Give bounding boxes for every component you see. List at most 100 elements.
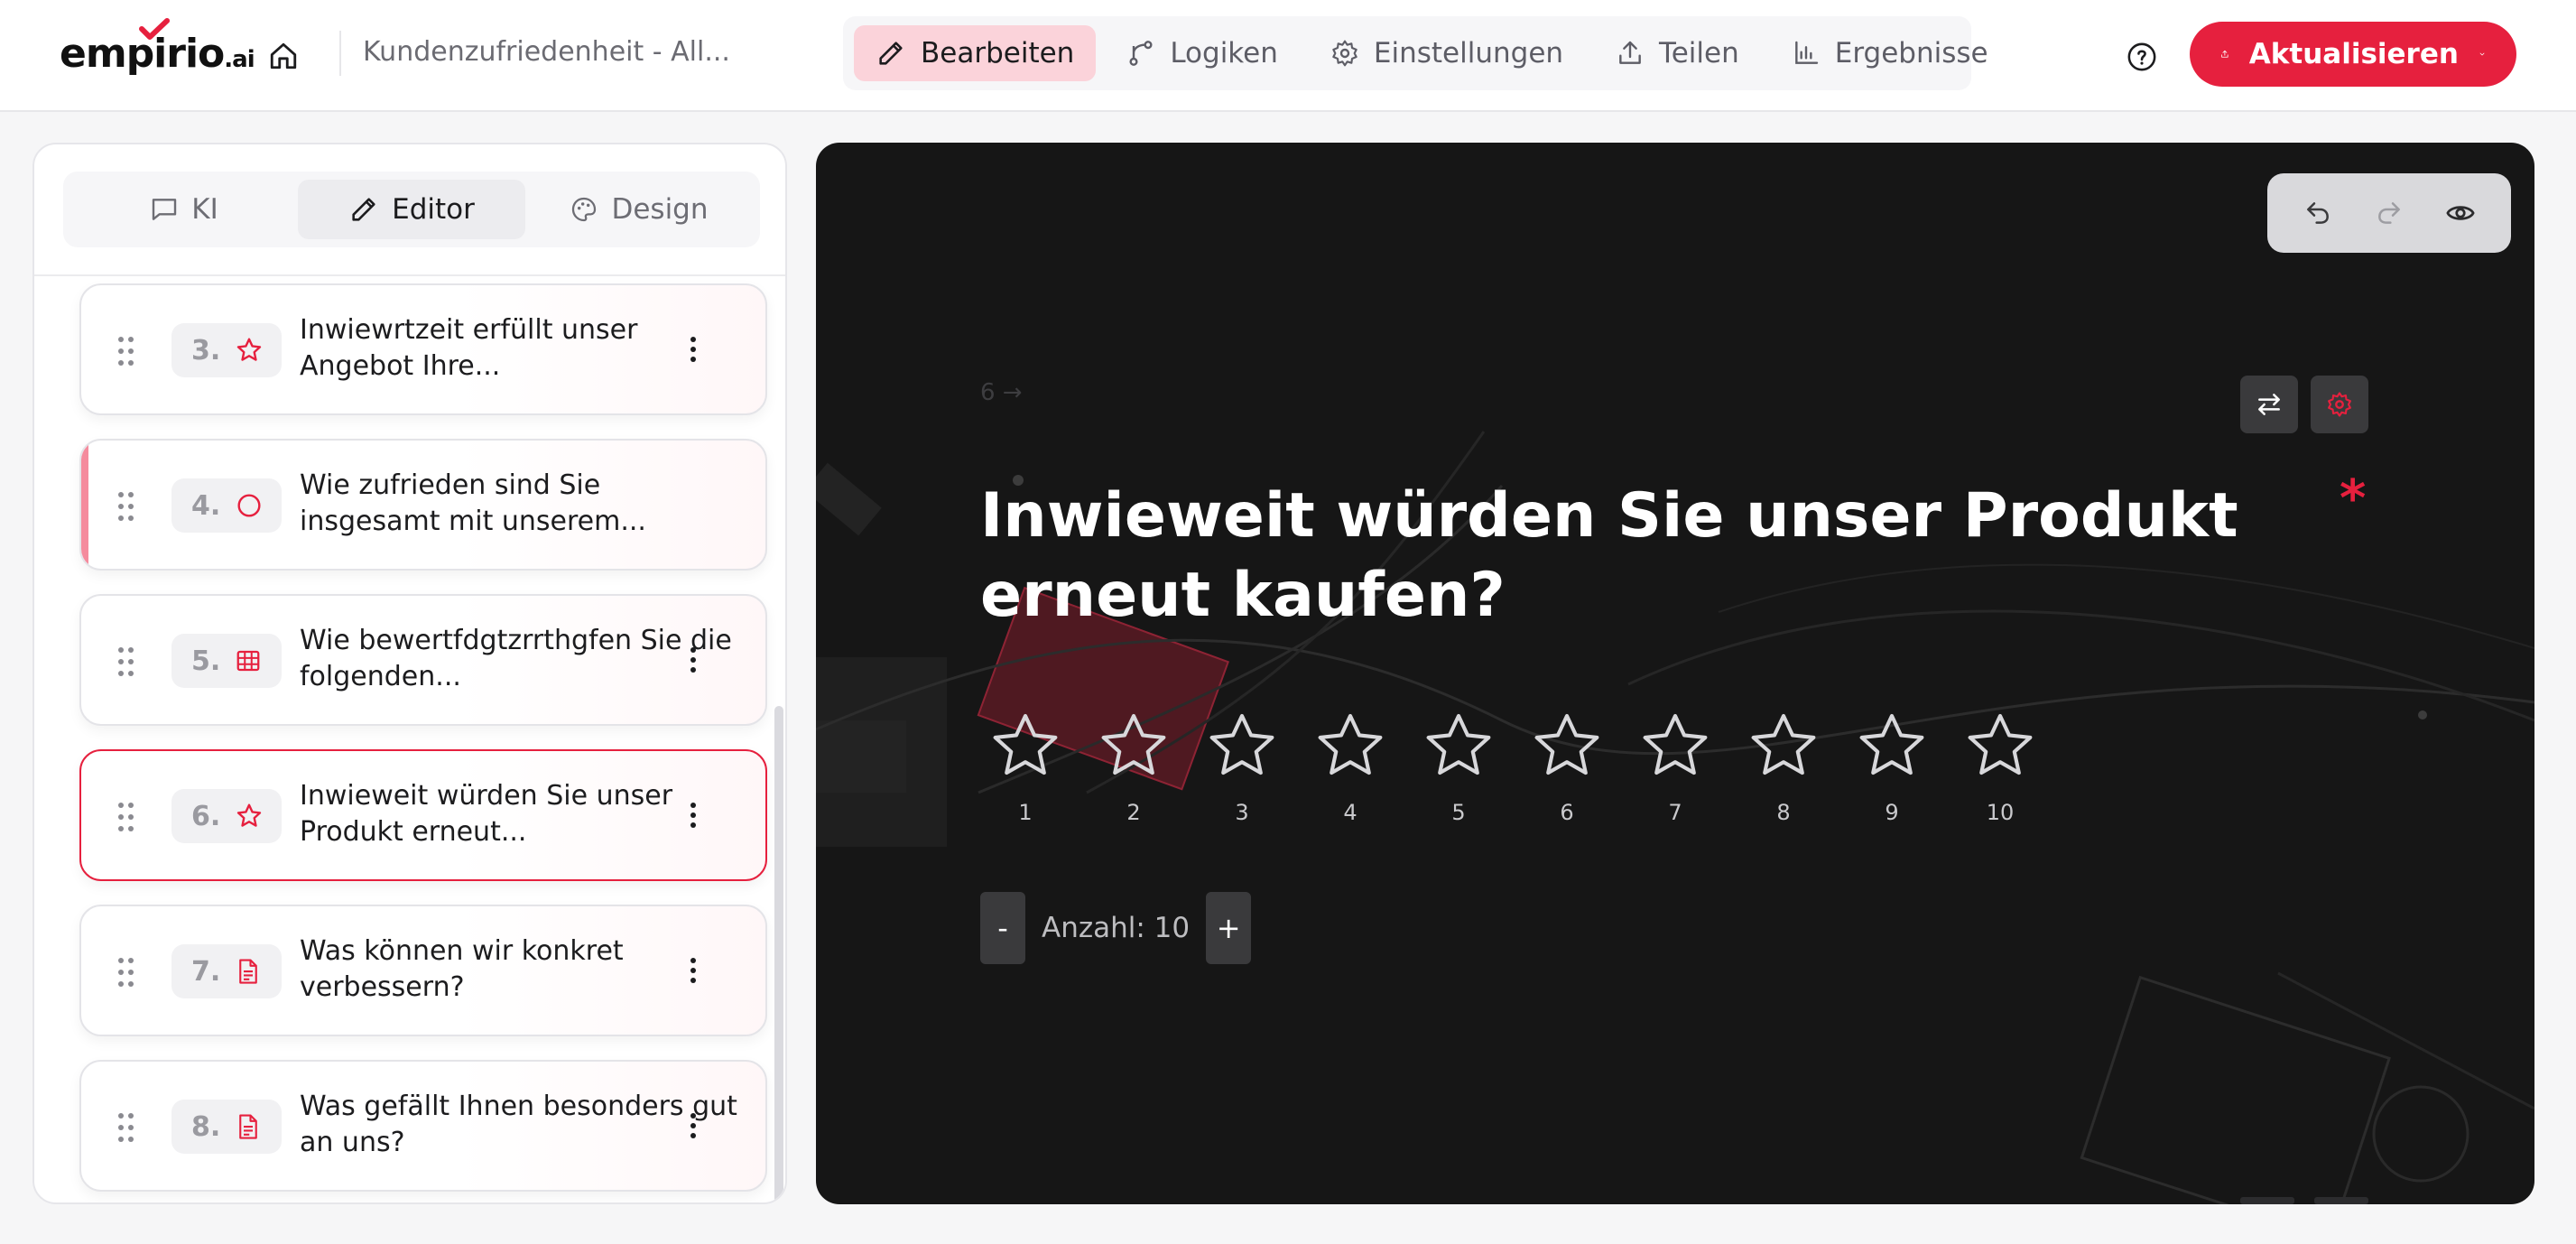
- question-settings-button[interactable]: [2311, 376, 2368, 433]
- more-options-icon[interactable]: [688, 334, 699, 365]
- drag-handle-icon[interactable]: [117, 336, 135, 367]
- question-number-badge: 4.: [171, 478, 282, 533]
- drag-handle-icon[interactable]: [117, 646, 135, 677]
- question-card-7[interactable]: 7. Was können wir konkret verbessern?: [79, 905, 767, 1036]
- star-icon: [993, 713, 1058, 775]
- star-icon: [1318, 713, 1383, 775]
- question-card-8[interactable]: 8. Was gefällt Ihnen besonders gut an un…: [79, 1060, 767, 1192]
- star-option-1[interactable]: 1: [980, 708, 1070, 834]
- nav-label: Logiken: [1170, 37, 1278, 70]
- change-question-type-button[interactable]: [2240, 376, 2298, 433]
- increase-count-button[interactable]: +: [1206, 892, 1252, 964]
- panel-tabs: KI Editor Design: [63, 172, 760, 247]
- tab-label: Editor: [392, 193, 475, 226]
- star-option-3[interactable]: 3: [1197, 708, 1287, 834]
- star-option-4[interactable]: 4: [1305, 708, 1395, 834]
- star-option-5[interactable]: 5: [1413, 708, 1504, 834]
- star-icon: [237, 338, 262, 361]
- nav-label: Bearbeiten: [921, 37, 1075, 70]
- more-options-icon[interactable]: [688, 800, 699, 831]
- document-icon: [239, 1114, 258, 1139]
- nav-item-bearbeiten[interactable]: Bearbeiten: [854, 25, 1097, 81]
- star-label: 6: [1560, 800, 1574, 825]
- drag-handle-icon[interactable]: [117, 802, 135, 832]
- undo-icon: [2306, 202, 2329, 224]
- nav-item-einstellungen[interactable]: Einstellungen: [1309, 25, 1585, 81]
- question-number-indicator: 6 →: [980, 379, 1023, 406]
- nav-item-ergebnisse[interactable]: Ergebnisse: [1770, 25, 2010, 81]
- more-options-icon[interactable]: [688, 645, 699, 675]
- question-number-badge: 6.: [171, 789, 282, 843]
- nav-item-teilen[interactable]: Teilen: [1594, 25, 1761, 81]
- question-number-badge: 3.: [171, 323, 282, 377]
- tab-editor[interactable]: Editor: [298, 180, 525, 239]
- star-label: 1: [1018, 800, 1033, 825]
- tab-label: KI: [191, 193, 218, 226]
- survey-title[interactable]: Kundenzufriedenheit - All...: [363, 36, 730, 68]
- brand-logo[interactable]: empirio.ai: [60, 18, 255, 81]
- hover-accent-bar: [81, 441, 88, 569]
- circle-icon: [237, 494, 261, 517]
- home-button[interactable]: [262, 34, 305, 78]
- question-number: 5.: [191, 645, 221, 677]
- more-options-icon[interactable]: [688, 1110, 699, 1141]
- tab-ki[interactable]: KI: [70, 180, 298, 239]
- nav-item-logiken[interactable]: Logiken: [1105, 25, 1300, 81]
- question-number-badge: 8.: [171, 1100, 282, 1154]
- nav-label: Teilen: [1659, 37, 1739, 70]
- star-icon: [1426, 713, 1491, 775]
- question-title: Wie bewertfdgtzrrthgfen Sie die folgende…: [300, 625, 732, 692]
- star-label: 3: [1235, 800, 1249, 825]
- question-card-3[interactable]: 3. Inwiewrtzeit erfüllt unser Angebot Ih…: [79, 283, 767, 415]
- question-panel: KI Editor Design 3. Inwiewrtzeit erfüllt…: [32, 143, 787, 1204]
- star-icon: [1751, 713, 1816, 775]
- question-number: 8.: [191, 1110, 221, 1143]
- star-label: 9: [1885, 800, 1899, 825]
- star-icon: [1209, 713, 1274, 775]
- star-count-control: - Anzahl: 10 +: [980, 892, 1252, 964]
- question-card-4[interactable]: 4. Wie zufrieden sind Sie insgesamt mit …: [79, 439, 767, 571]
- star-option-7[interactable]: 7: [1630, 708, 1720, 834]
- header-divider: [339, 31, 341, 76]
- star-icon: [1534, 713, 1599, 775]
- panel-divider: [34, 274, 785, 276]
- branch-icon: [1129, 41, 1153, 66]
- star-option-8[interactable]: 8: [1738, 708, 1829, 834]
- home-icon: [270, 42, 297, 70]
- top-bar: empirio.ai Kundenzufriedenheit - All... …: [0, 0, 2576, 112]
- star-option-6[interactable]: 6: [1522, 708, 1612, 834]
- star-rating: 1 2 3 4 5 6 7 8 9 10: [980, 708, 2063, 843]
- question-card-5[interactable]: 5. Wie bewertfdgtzrrthgfen Sie die folge…: [79, 594, 767, 726]
- preview-button[interactable]: [2435, 188, 2486, 238]
- brand-suffix: .ai: [224, 46, 255, 73]
- drag-handle-icon[interactable]: [117, 491, 135, 522]
- preview-toolbar: [2267, 173, 2511, 253]
- star-icon: [1968, 713, 2033, 775]
- grid-icon: [236, 650, 260, 672]
- undo-button[interactable]: [2293, 188, 2343, 238]
- chevron-down-icon[interactable]: [2479, 42, 2486, 67]
- redo-button[interactable]: [2364, 188, 2414, 238]
- required-marker: *: [2340, 469, 2367, 528]
- help-icon: [2127, 42, 2156, 71]
- drag-handle-icon[interactable]: [117, 957, 135, 988]
- star-option-2[interactable]: 2: [1089, 708, 1179, 834]
- help-button[interactable]: [2121, 36, 2163, 78]
- survey-preview-canvas: 6 → Inwieweit würden Sie unser Produkt e…: [816, 143, 2534, 1204]
- tab-design[interactable]: Design: [525, 180, 753, 239]
- drag-handle-icon[interactable]: [117, 1112, 135, 1143]
- update-label: Aktualisieren: [2248, 38, 2459, 70]
- star-option-10[interactable]: 10: [1955, 708, 2045, 834]
- decrease-count-button[interactable]: -: [980, 892, 1025, 964]
- question-title: Inwiewrtzeit erfüllt unser Angebot Ihre.…: [300, 314, 638, 382]
- star-option-9[interactable]: 9: [1847, 708, 1937, 834]
- star-icon: [1101, 713, 1166, 775]
- scrollbar[interactable]: [774, 706, 783, 1202]
- question-heading[interactable]: Inwieweit würden Sie unser Produkt erneu…: [980, 477, 2262, 636]
- update-button[interactable]: Aktualisieren: [2190, 22, 2516, 87]
- question-number: 4.: [191, 489, 221, 522]
- gear-icon: [2328, 392, 2351, 417]
- redo-icon: [2378, 202, 2400, 224]
- more-options-icon[interactable]: [688, 955, 699, 986]
- question-card-6[interactable]: 6. Inwieweit würden Sie unser Produkt er…: [79, 749, 767, 881]
